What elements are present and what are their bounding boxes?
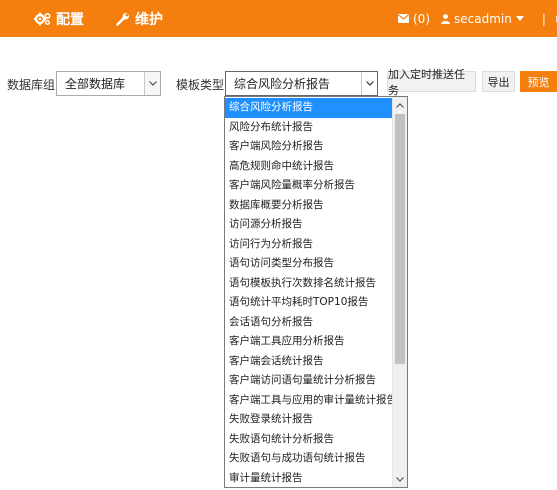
template-type-value: 综合风险分析报告 <box>234 77 331 91</box>
export-button[interactable]: 导出 <box>482 71 515 92</box>
dropdown-option[interactable]: 客户端风险分析报告 <box>225 137 393 157</box>
template-type-select[interactable]: 综合风险分析报告 <box>225 71 378 96</box>
nav-config-label: 配置 <box>56 11 84 28</box>
caret-down-icon <box>515 16 524 21</box>
dropdown-option[interactable]: 语句统计平均耗时TOP10报告 <box>225 293 393 313</box>
dropdown-option[interactable]: 访问行为分析报告 <box>225 235 393 255</box>
dropdown-option[interactable]: 客户端会话统计报告 <box>225 352 393 372</box>
dropdown-option[interactable]: 客户端访问语句量统计分析报告 <box>225 371 393 391</box>
dropdown-option[interactable]: 访问源分析报告 <box>225 215 393 235</box>
dropdown-option[interactable]: 客户端工具与应用的审计量统计报告 <box>225 391 393 411</box>
dropdown-option[interactable]: 语句模板执行次数排名统计报告 <box>225 274 393 294</box>
dropdown-option[interactable]: 数据库概要分析报告 <box>225 196 393 216</box>
chevron-down-icon <box>148 81 157 86</box>
dropdown-option[interactable]: 语句访问类型分布报告 <box>225 254 393 274</box>
mail-count: (0) <box>413 11 430 26</box>
dropdown-option[interactable]: 失败语句统计分析报告 <box>225 430 393 450</box>
scroll-down-button[interactable] <box>393 472 407 486</box>
scroll-up-button[interactable] <box>393 98 407 112</box>
template-type-dropdown-toggle[interactable] <box>361 72 377 95</box>
dropdown-option[interactable]: 客户端工具应用分析报告 <box>225 332 393 352</box>
nav-config[interactable]: 配置 <box>34 0 84 37</box>
scrollbar[interactable] <box>392 97 407 487</box>
db-group-dropdown-toggle[interactable] <box>144 72 160 95</box>
dropdown-option[interactable]: 失败语句与成功语句统计报告 <box>225 449 393 469</box>
scrollbar-thumb[interactable] <box>395 114 405 364</box>
nav-separator: | <box>541 11 546 26</box>
dropdown-option[interactable]: 风险分布统计报告 <box>225 118 393 138</box>
dropdown-option[interactable]: 综合风险分析报告 <box>225 98 393 118</box>
envelope-icon <box>398 14 409 23</box>
messages-link[interactable]: (0) <box>398 12 430 26</box>
add-schedule-button[interactable]: 加入定时推送任务 <box>387 68 476 97</box>
preview-button[interactable]: 预览 <box>520 71 557 92</box>
db-group-value: 全部数据库 <box>65 77 126 91</box>
db-group-select[interactable]: 全部数据库 <box>56 71 161 96</box>
template-type-label: 模板类型 <box>176 78 225 92</box>
gears-icon <box>34 12 51 25</box>
top-nav-bar: 配置 维护 (0) secadmin | <box>0 0 557 37</box>
dropdown-option[interactable]: 客户端风险量概率分析报告 <box>225 176 393 196</box>
chevron-down-icon <box>396 476 404 482</box>
user-area: (0) secadmin | 退出 <box>398 0 557 37</box>
username: secadmin <box>454 11 512 26</box>
dropdown-option[interactable]: 审计量统计报告 <box>225 469 393 488</box>
nav-maintain-label: 维护 <box>135 11 163 28</box>
user-icon <box>441 13 450 24</box>
nav-maintain[interactable]: 维护 <box>116 0 163 37</box>
wrench-icon <box>116 12 129 26</box>
dropdown-option[interactable]: 高危规则命中统计报告 <box>225 157 393 177</box>
chevron-down-icon <box>365 81 374 86</box>
chevron-up-icon <box>396 102 404 108</box>
template-type-options: 综合风险分析报告 风险分布统计报告 客户端风险分析报告 高危规则命中统计报告 客户端风险… <box>224 96 408 488</box>
db-group-label: 数据库组 <box>7 78 56 92</box>
dropdown-option[interactable]: 会话语句分析报告 <box>225 313 393 333</box>
dropdown-option[interactable]: 失败登录统计报告 <box>225 410 393 430</box>
user-menu[interactable]: secadmin <box>441 12 528 26</box>
